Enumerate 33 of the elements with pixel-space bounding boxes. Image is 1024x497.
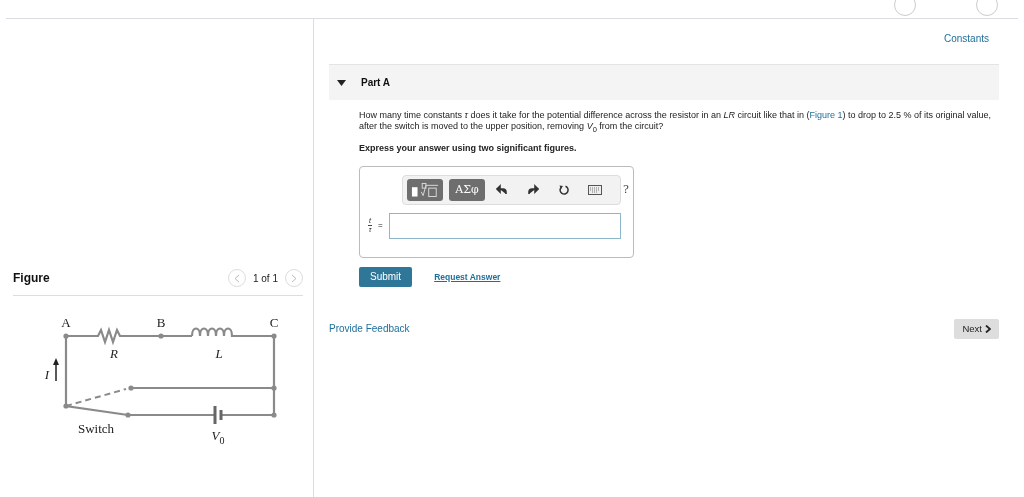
request-answer-link[interactable]: Request Answer <box>434 271 501 282</box>
chevron-right-icon <box>985 324 991 333</box>
figure-title: Figure <box>13 271 50 285</box>
provide-feedback-link[interactable]: Provide Feedback <box>329 323 410 335</box>
source-label: V$_{0}$ <box>211 428 225 446</box>
figure-counter: 1 of 1 <box>252 272 278 284</box>
templates-icon <box>411 181 439 198</box>
node-label: B <box>156 315 166 330</box>
inductor-label: L <box>215 346 223 361</box>
answer-field[interactable] <box>388 212 621 239</box>
chevron-right-icon <box>291 273 297 283</box>
collapse-caret-icon <box>337 79 346 86</box>
instruction-text: Express your answer using two significant figures. <box>359 142 578 153</box>
node-label: A <box>61 315 71 330</box>
submit-button[interactable]: Submit <box>359 266 413 287</box>
next-button[interactable]: Next <box>954 318 999 339</box>
redo-icon <box>527 183 539 196</box>
constants-link[interactable]: Constants <box>943 33 989 44</box>
reset-icon <box>558 183 570 196</box>
templates-button[interactable] <box>407 178 443 201</box>
symbols-button[interactable]: ΑΣφ <box>449 178 485 201</box>
part-title: Part A <box>361 77 391 88</box>
switch-label: Switch <box>77 421 115 436</box>
part-header[interactable]: Part A <box>329 64 999 100</box>
question-text: How many time constants τ does it take for the potential difference across the resistor in an LR circuit like that in (Figure 1) to drop to 2.5 % of its original value, after the switch is moved to the upper position, removing V$_{0}$ from the circuit? <box>359 110 993 135</box>
undo-icon <box>496 183 508 196</box>
current-label: I <box>44 367 50 382</box>
chevron-left-icon <box>233 273 240 283</box>
resistor-label: R <box>110 346 118 361</box>
node-label: C <box>269 315 279 330</box>
help-button[interactable]: ? <box>615 178 637 201</box>
keyboard-icon <box>588 184 602 195</box>
equals-sign: = <box>377 221 383 231</box>
